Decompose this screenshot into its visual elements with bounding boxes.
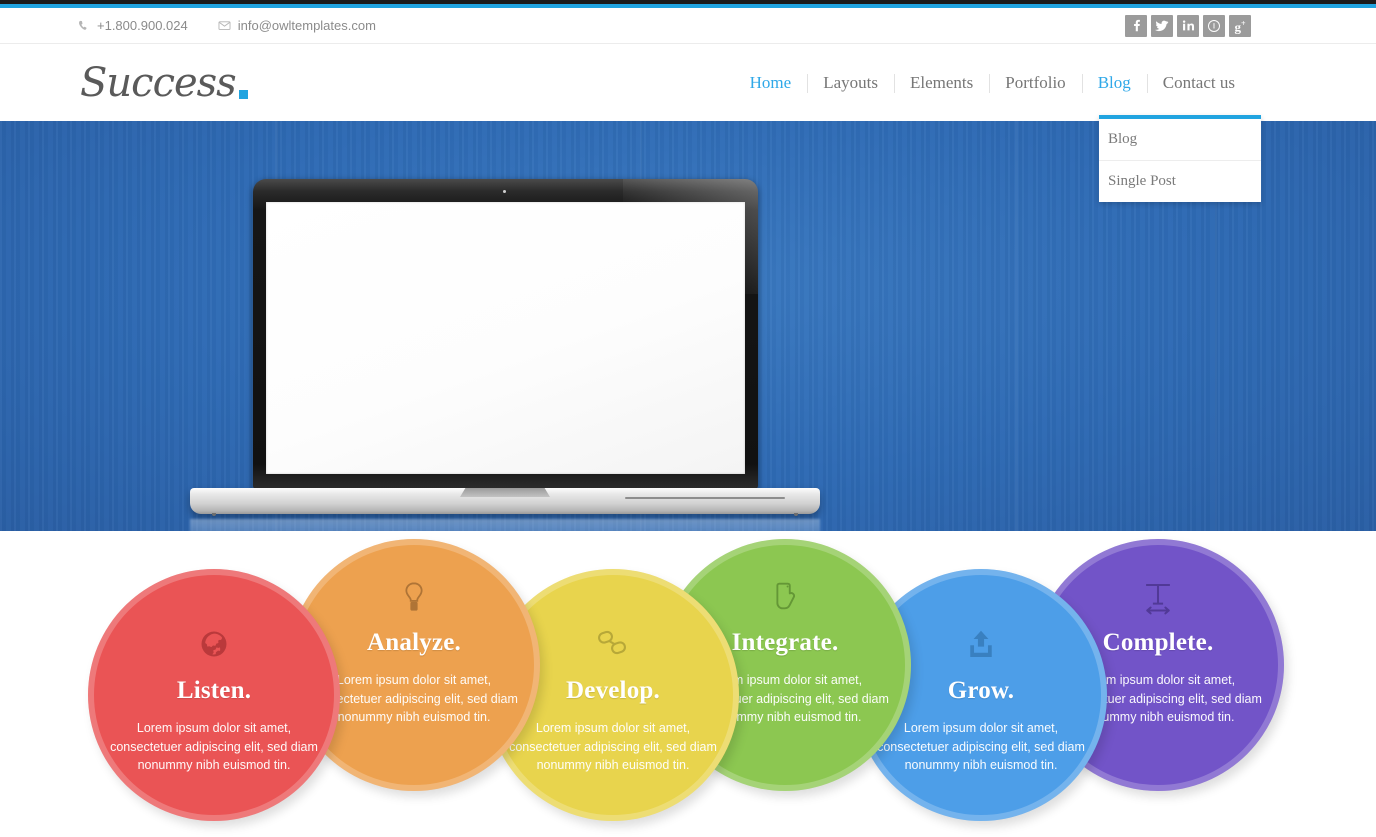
laptop-lid [252, 179, 758, 489]
nav-item-contact-us[interactable]: Contact us [1146, 73, 1251, 93]
feature-description: Lorem ipsum dolor sit amet, consectetuer… [877, 721, 1085, 772]
logo-text: Success [80, 59, 237, 106]
facebook-icon[interactable] [1125, 14, 1147, 37]
feature-title: Listen. [176, 677, 252, 704]
feature-title: Develop. [566, 677, 660, 704]
feature-title: Integrate. [731, 629, 839, 656]
laptop-screen [265, 202, 745, 474]
social-links: g+ [1125, 14, 1251, 37]
feature-description: Lorem ipsum dolor sit amet, consectetuer… [110, 721, 318, 772]
laptop-disc-slot [625, 497, 785, 499]
twitter-icon[interactable] [1151, 14, 1173, 37]
nav-item-home[interactable]: Home [734, 73, 808, 93]
text-width-icon [1142, 581, 1174, 623]
phone-number: +1.800.900.024 [97, 18, 188, 33]
feature-circle-listen[interactable]: Listen. Lorem ipsum dolor sit amet, cons… [88, 569, 340, 821]
laptop-reflection [190, 519, 820, 531]
nav-item-elements[interactable]: Elements [893, 73, 989, 93]
laptop-notch [460, 488, 550, 497]
feature-title: Grow. [947, 677, 1015, 704]
webcam-icon [503, 190, 506, 193]
phone-contact[interactable]: +1.800.900.024 [78, 18, 188, 33]
logo-accent-square [238, 89, 248, 99]
nav-item-layouts[interactable]: Layouts [807, 73, 894, 93]
feature-description: Lorem ipsum dolor sit amet, consectetuer… [310, 673, 518, 724]
feature-title: Analyze. [367, 629, 461, 656]
envelope-icon [218, 19, 231, 32]
site-header: Success Home Layouts Elements Portfolio … [0, 44, 1376, 121]
laptop-base [190, 488, 820, 516]
blog-dropdown-menu: Blog Single Post [1099, 115, 1261, 202]
email-address: info@owltemplates.com [237, 18, 376, 33]
link-icon [596, 629, 630, 671]
main-navigation: Home Layouts Elements Portfolio Blog Con… [734, 44, 1251, 121]
laptop-illustration [190, 179, 820, 516]
googleplus-icon[interactable]: g+ [1229, 14, 1251, 37]
lightbulb-icon [401, 581, 427, 623]
hand-icon [770, 581, 800, 623]
laptop-foot [212, 513, 216, 516]
hero-texture-stripe [1015, 121, 1018, 531]
features-section: Listen. Lorem ipsum dolor sit amet, cons… [0, 531, 1376, 837]
pinterest-icon[interactable] [1203, 14, 1225, 37]
feature-description: Lorem ipsum dolor sit amet, consectetuer… [509, 721, 717, 772]
email-contact[interactable]: info@owltemplates.com [218, 18, 376, 33]
laptop-foot [794, 513, 798, 516]
linkedin-icon[interactable] [1177, 14, 1199, 37]
dropdown-item-single-post[interactable]: Single Post [1099, 161, 1261, 202]
site-logo[interactable]: Success [80, 60, 248, 106]
feature-title: Complete. [1102, 629, 1214, 656]
nav-item-blog[interactable]: Blog [1081, 73, 1147, 93]
dropdown-item-blog[interactable]: Blog [1099, 119, 1261, 161]
phone-icon [78, 20, 90, 32]
upload-icon [966, 629, 996, 671]
top-contact-bar: +1.800.900.024 info@owltemplates.com g+ [0, 8, 1376, 44]
globe-icon [199, 629, 229, 671]
contact-info-group: +1.800.900.024 info@owltemplates.com [78, 18, 376, 33]
nav-item-portfolio[interactable]: Portfolio [989, 73, 1081, 93]
